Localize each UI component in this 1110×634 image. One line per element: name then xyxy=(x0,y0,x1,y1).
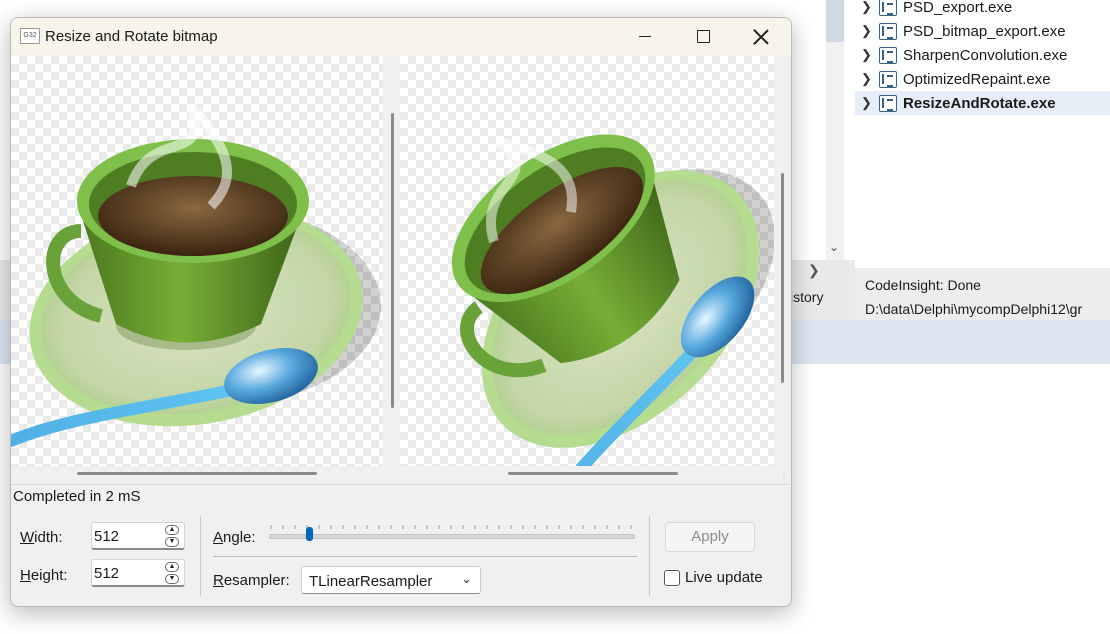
window-title: Resize and Rotate bitmap xyxy=(45,28,218,45)
exe-file-icon xyxy=(879,70,897,88)
minimize-icon xyxy=(639,35,651,38)
width-spinbox[interactable]: ▲ ▼ xyxy=(91,522,185,550)
apply-button[interactable]: Apply xyxy=(665,522,755,552)
checkbox-box[interactable] xyxy=(664,569,680,586)
resampler-dropdown[interactable]: TLinearResampler ⌄ xyxy=(301,566,481,594)
tree-item-label: PSD_bitmap_export.exe xyxy=(903,22,1066,40)
tree-item-label: OptimizedRepaint.exe xyxy=(903,70,1051,88)
width-label: Width: xyxy=(20,529,63,546)
exe-file-icon xyxy=(879,22,897,40)
height-label-accel: H xyxy=(20,567,31,584)
tree-item[interactable]: ❯ OptimizedRepaint.exe xyxy=(855,67,1110,91)
exe-file-icon xyxy=(879,0,897,16)
width-input[interactable] xyxy=(92,523,166,549)
angle-label-text: ngle: xyxy=(223,529,256,546)
tree-item[interactable]: ❯ SharpenConvolution.exe xyxy=(855,43,1110,67)
tree-item-label: SharpenConvolution.exe xyxy=(903,46,1068,64)
close-icon xyxy=(753,29,769,45)
slider-ticks xyxy=(270,525,632,529)
ide-vertical-scrollbar[interactable]: ⌄ xyxy=(826,0,844,260)
slider-track[interactable] xyxy=(269,534,635,539)
vertical-scrollbar-thumb[interactable] xyxy=(781,173,784,383)
tree-item[interactable]: ❯ PSD_bitmap_export.exe xyxy=(855,19,1110,43)
angle-label-accel: A xyxy=(213,529,224,546)
horizontal-scrollbar-left[interactable] xyxy=(11,469,383,479)
height-spinbox[interactable]: ▲ ▼ xyxy=(91,559,185,587)
height-input[interactable] xyxy=(92,560,166,586)
height-label: Height: xyxy=(20,567,68,584)
chevron-right-icon[interactable]: ❯ xyxy=(861,71,875,87)
divider xyxy=(200,516,201,596)
chevron-right-icon[interactable]: ❯ xyxy=(808,262,820,279)
angle-slider[interactable] xyxy=(269,524,637,544)
divider xyxy=(213,556,637,557)
spin-up-icon[interactable]: ▲ xyxy=(165,562,179,572)
live-update-checkbox[interactable]: Live update xyxy=(664,569,763,586)
teacup-image xyxy=(11,102,381,447)
angle-label: Angle: xyxy=(213,529,256,546)
maximize-button[interactable] xyxy=(674,18,732,55)
tree-item-label: ResizeAndRotate.exe xyxy=(903,94,1056,112)
chevron-right-icon[interactable]: ❯ xyxy=(861,23,875,39)
app-icon: G32 xyxy=(20,28,40,44)
resampler-value: TLinearResampler xyxy=(309,573,433,590)
project-tree: ❯ PSD_export.exe ❯ PSD_bitmap_export.exe… xyxy=(855,0,1110,260)
project-path: D:\data\Delphi\mycompDelphi12\gr xyxy=(865,301,1083,317)
splitter-handle[interactable] xyxy=(391,113,394,408)
status-text: Completed in 2 mS xyxy=(13,488,141,505)
spin-up-icon[interactable]: ▲ xyxy=(165,525,179,535)
chevron-right-icon[interactable]: ❯ xyxy=(861,47,875,63)
title-bar[interactable]: G32 Resize and Rotate bitmap xyxy=(11,18,791,55)
history-tab[interactable]: istory xyxy=(790,289,823,305)
divider xyxy=(11,484,791,485)
horizontal-scrollbar-right[interactable] xyxy=(400,469,774,479)
exe-file-icon xyxy=(879,46,897,64)
rotated-teacup-image xyxy=(451,134,774,466)
maximize-icon xyxy=(696,30,710,43)
divider xyxy=(649,516,650,596)
tree-item[interactable]: ❯ PSD_export.exe xyxy=(855,0,1110,19)
width-label-accel: W xyxy=(20,529,35,546)
scrollbar-thumb[interactable] xyxy=(508,472,678,475)
height-label-text: eight: xyxy=(30,567,68,584)
scrollbar-thumb[interactable] xyxy=(77,472,317,475)
close-button[interactable] xyxy=(732,18,790,55)
spin-down-icon[interactable]: ▼ xyxy=(165,537,179,547)
source-image-view[interactable] xyxy=(11,56,383,466)
chevron-right-icon[interactable]: ❯ xyxy=(861,95,875,111)
live-update-label: Live update xyxy=(685,569,763,586)
chevron-right-icon[interactable]: ❯ xyxy=(861,0,875,15)
result-image-view[interactable] xyxy=(400,56,774,466)
resize-rotate-dialog: G32 Resize and Rotate bitmap ⋮ Completed… xyxy=(10,17,792,607)
slider-thumb[interactable] xyxy=(306,527,314,541)
resampler-label-text: esampler: xyxy=(223,572,290,589)
exe-file-icon xyxy=(879,94,897,112)
chevron-down-icon[interactable]: ⌄ xyxy=(829,240,839,254)
scrollbar-thumb[interactable] xyxy=(826,0,844,42)
tree-item-selected[interactable]: ❯ ResizeAndRotate.exe xyxy=(855,91,1110,115)
resampler-label: Resampler: xyxy=(213,572,290,589)
resampler-label-accel: R xyxy=(213,572,224,589)
chevron-down-icon: ⌄ xyxy=(461,571,472,586)
minimize-button[interactable] xyxy=(616,18,674,55)
ide-side-tabs: ❯ istory xyxy=(790,260,855,320)
ide-messages-panel: CodeInsight: Done D:\data\Delphi\mycompD… xyxy=(855,268,1110,320)
codeinsight-status: CodeInsight: Done xyxy=(865,277,981,293)
spin-down-icon[interactable]: ▼ xyxy=(165,574,179,584)
tree-item-label: PSD_export.exe xyxy=(903,0,1013,16)
width-label-text: idth: xyxy=(34,529,63,546)
